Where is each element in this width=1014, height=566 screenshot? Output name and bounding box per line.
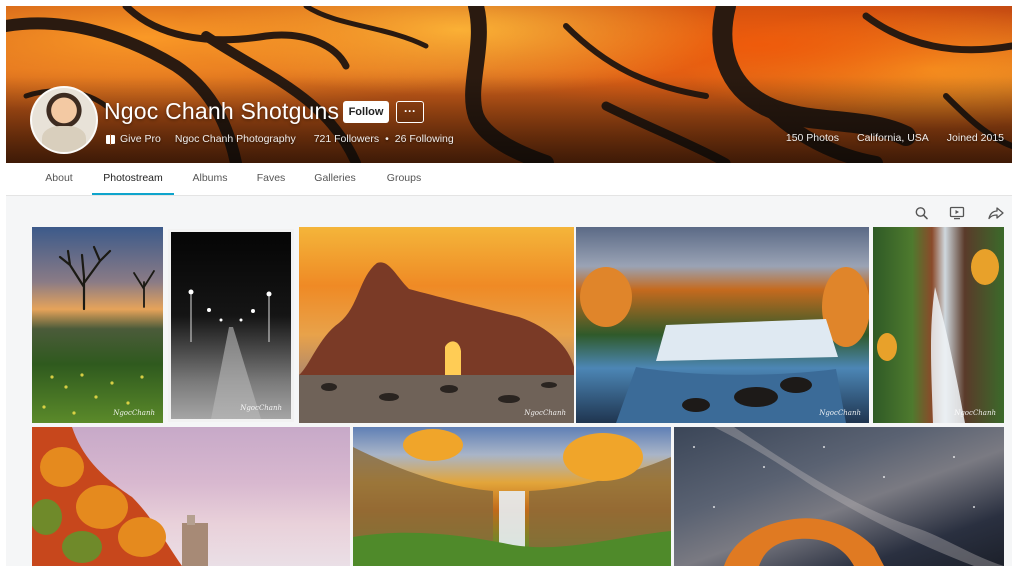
- photo-forest-cascade[interactable]: NgocChanh: [873, 227, 1004, 423]
- tab-albums[interactable]: Albums: [190, 163, 230, 194]
- tab-groups[interactable]: Groups: [384, 163, 424, 194]
- followers-link[interactable]: 721 Followers: [314, 133, 379, 145]
- gift-icon: [106, 133, 115, 145]
- tab-galleries[interactable]: Galleries: [312, 163, 358, 194]
- tab-about[interactable]: About: [42, 163, 76, 194]
- tree-silhouette-graphic: [42, 245, 155, 415]
- search-icon[interactable]: [914, 206, 930, 220]
- follow-button[interactable]: Follow: [343, 101, 389, 123]
- location: California, USA: [857, 132, 929, 144]
- profile-meta-right: 150 Photos California, USA Joined 2015: [786, 132, 1004, 146]
- cliff-lighthouse-graphic: [32, 427, 208, 566]
- milky-way-graphic: [693, 427, 1004, 566]
- tab-photostream[interactable]: Photostream: [92, 163, 174, 195]
- photo-canyon-falls[interactable]: [353, 427, 671, 566]
- photo-count: 150 Photos: [785, 132, 839, 144]
- joined-date: Joined 2015: [946, 132, 1004, 144]
- flickr-profile-page: Ngoc Chanh Shotguns Follow ··· Give Pro …: [0, 0, 1014, 566]
- night-pier-image: [171, 232, 291, 419]
- photo-autumn-waterfall[interactable]: NgocChanh: [576, 227, 869, 423]
- avatar[interactable]: [30, 86, 98, 154]
- rock-arch-graphic: [299, 262, 574, 423]
- real-name: Ngoc Chanh Photography: [174, 133, 296, 145]
- photo-night-pier[interactable]: NgocChanh: [168, 229, 294, 422]
- share-icon[interactable]: [988, 206, 1004, 220]
- photo-lighthouse-cliff[interactable]: [32, 427, 350, 566]
- more-options-button[interactable]: ···: [396, 101, 424, 123]
- profile-tabs: About Photostream Albums Faves Galleries…: [6, 163, 1012, 196]
- photo-sunset-trees[interactable]: NgocChanh: [32, 227, 163, 423]
- waterfall-graphic: [580, 267, 869, 423]
- pier-lamps-graphic: [188, 289, 272, 419]
- cascade-graphic: [877, 249, 999, 423]
- photo-watermark: NgocChanh: [524, 409, 566, 417]
- photo-watermark: NgocChanh: [819, 409, 861, 417]
- following-link[interactable]: 26 Following: [395, 133, 454, 145]
- photo-watermark: NgocChanh: [954, 409, 996, 417]
- give-pro-link[interactable]: Give Pro: [120, 133, 161, 145]
- photo-keyhole-arch[interactable]: NgocChanh: [299, 227, 574, 423]
- canyon-falls-graphic: [353, 429, 671, 566]
- profile-meta-left: Give Pro Ngoc Chanh Photography 721 Foll…: [106, 132, 454, 146]
- slideshow-icon[interactable]: [949, 206, 965, 220]
- tab-faves[interactable]: Faves: [254, 163, 288, 194]
- photo-watermark: NgocChanh: [113, 409, 155, 417]
- meta-separator: •: [385, 133, 389, 145]
- photo-milky-way-arch[interactable]: [674, 427, 1004, 566]
- photo-watermark: NgocChanh: [240, 404, 282, 412]
- profile-name: Ngoc Chanh Shotguns: [104, 98, 340, 124]
